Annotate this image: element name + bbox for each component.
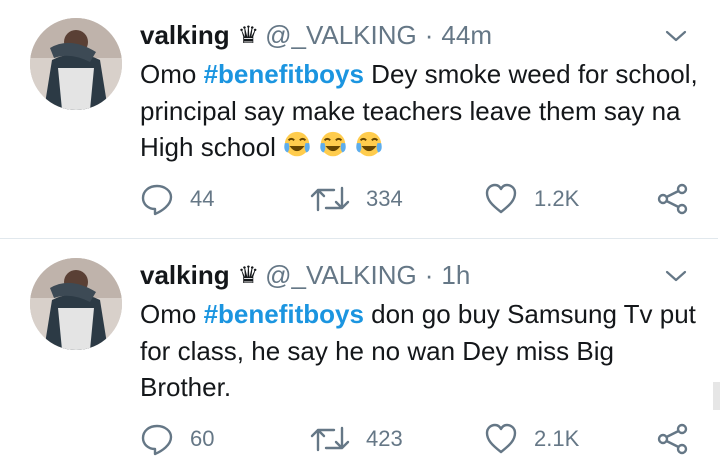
retweet-button[interactable]: 334 — [310, 182, 403, 216]
like-button[interactable]: 1.2K — [484, 182, 579, 216]
hashtag-link[interactable]: #benefitboys — [204, 299, 364, 329]
tweet-divider — [0, 238, 718, 239]
reply-icon — [141, 424, 173, 456]
hashtag-link[interactable]: #benefitboys — [204, 59, 364, 89]
tweet[interactable]: valking ♛ @_VALKING · 1h Omo #benefitboy… — [0, 240, 720, 456]
like-count: 1.2K — [534, 186, 580, 211]
handle[interactable]: @_VALKING — [265, 260, 417, 291]
reply-count: 44 — [190, 186, 215, 211]
tweet-text-start: Omo — [140, 299, 204, 329]
avatar[interactable] — [30, 258, 122, 350]
share-icon — [657, 183, 688, 215]
chevron-down-icon[interactable] — [664, 264, 688, 288]
tears-of-joy-emoji-icon — [356, 131, 382, 157]
display-name[interactable]: valking — [140, 260, 230, 291]
tweet-text: Omo #benefitboys Dey smoke weed for scho… — [140, 56, 700, 166]
tweet-text-start: Omo — [140, 59, 204, 89]
reply-count: 60 — [190, 426, 215, 451]
avatar[interactable] — [30, 18, 122, 110]
share-button[interactable] — [656, 182, 706, 216]
display-name[interactable]: valking — [140, 20, 230, 51]
separator: · — [424, 19, 434, 50]
timestamp[interactable]: 1h — [441, 260, 470, 291]
scrollbar[interactable] — [713, 382, 720, 410]
reply-button[interactable]: 60 — [140, 422, 214, 456]
retweet-count: 423 — [366, 426, 403, 451]
tweet-header: valking ♛ @_VALKING · 44m — [140, 17, 492, 53]
retweet-icon — [310, 426, 350, 452]
crown-icon: ♛ — [237, 21, 260, 49]
like-icon — [485, 423, 517, 454]
handle[interactable]: @_VALKING — [265, 20, 417, 51]
timestamp[interactable]: 44m — [441, 20, 492, 51]
tweet[interactable]: valking ♛ @_VALKING · 44m Omo #benefitbo… — [0, 0, 720, 238]
retweet-count: 334 — [366, 186, 403, 211]
chevron-down-icon[interactable] — [664, 24, 688, 48]
tweet-actions: 60 423 2.1K — [0, 422, 720, 462]
tears-of-joy-emoji-icon — [284, 131, 310, 157]
like-button[interactable]: 2.1K — [484, 422, 579, 456]
tweet-header: valking ♛ @_VALKING · 1h — [140, 257, 470, 293]
tweet-text: Omo #benefitboys don go buy Samsung Tv p… — [140, 296, 700, 406]
like-count: 2.1K — [534, 426, 580, 451]
separator: · — [424, 259, 434, 290]
tweet-actions: 44 334 1.2K — [0, 182, 720, 222]
tears-of-joy-emoji-icon — [320, 131, 346, 157]
retweet-button[interactable]: 423 — [310, 422, 403, 456]
like-icon — [485, 183, 517, 214]
crown-icon: ♛ — [237, 261, 260, 289]
reply-button[interactable]: 44 — [140, 182, 214, 216]
reply-icon — [141, 184, 173, 216]
share-button[interactable] — [656, 422, 706, 456]
share-icon — [657, 423, 688, 455]
retweet-icon — [310, 186, 350, 212]
